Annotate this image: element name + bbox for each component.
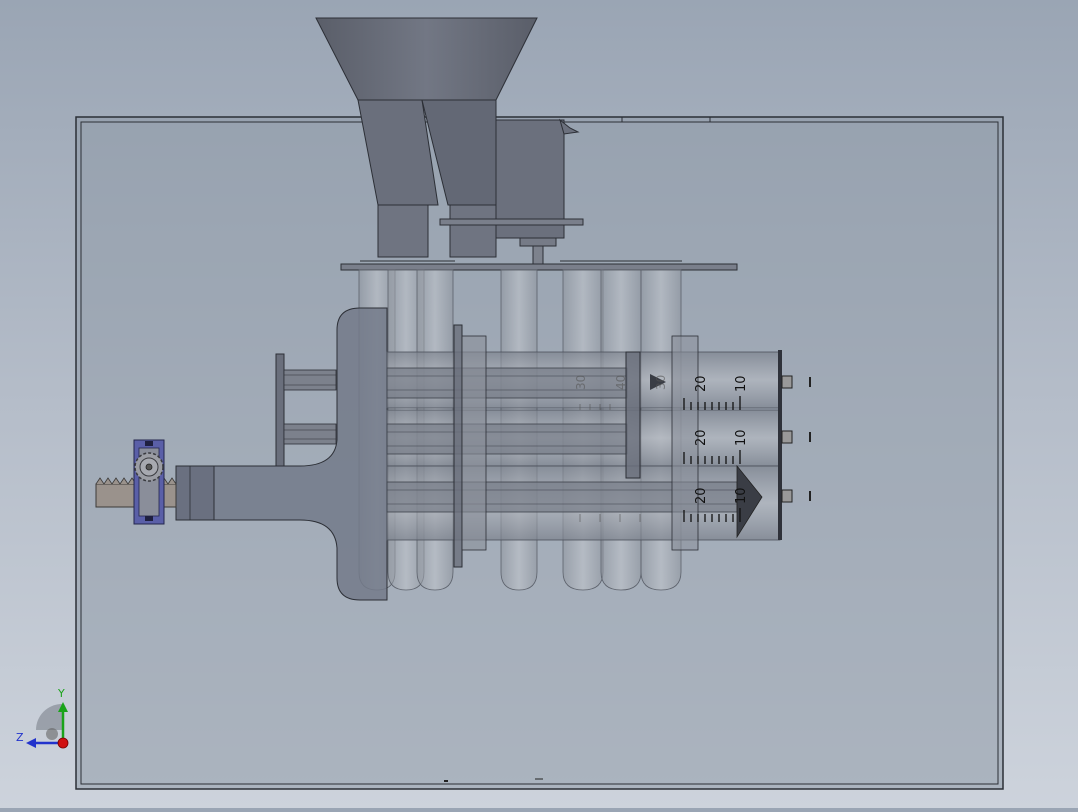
syringe-assembly[interactable]: 20 10 20 10 20 10 30 40 30 [386, 324, 811, 568]
scale-label-faint-3: 30 [654, 375, 668, 390]
scale-label-faint-2: 40 [614, 375, 628, 390]
scale-label-10-row1: 10 [734, 375, 749, 392]
scale-label-20-row3: 20 [694, 487, 709, 504]
y-axis-label: Y [58, 687, 65, 700]
scale-label-20-row1: 20 [694, 375, 709, 392]
scale-label-10-row3: 10 [734, 487, 749, 504]
z-axis-label: Z [16, 731, 24, 744]
coordinate-triad-icon: Y Z [12, 686, 76, 752]
z-axis-arrow [26, 738, 36, 748]
scale-label-20-row2: 20 [694, 429, 709, 446]
model-canvas[interactable]: 20 10 20 10 20 10 30 40 30 [0, 0, 1078, 808]
cad-viewport[interactable]: 20 10 20 10 20 10 30 40 30 Y Z [0, 0, 1078, 808]
gear-icon [134, 452, 164, 482]
scale-label-faint-1: 30 [574, 375, 588, 390]
scale-label-10-row2: 10 [734, 429, 749, 446]
x-axis-dot [57, 737, 69, 749]
